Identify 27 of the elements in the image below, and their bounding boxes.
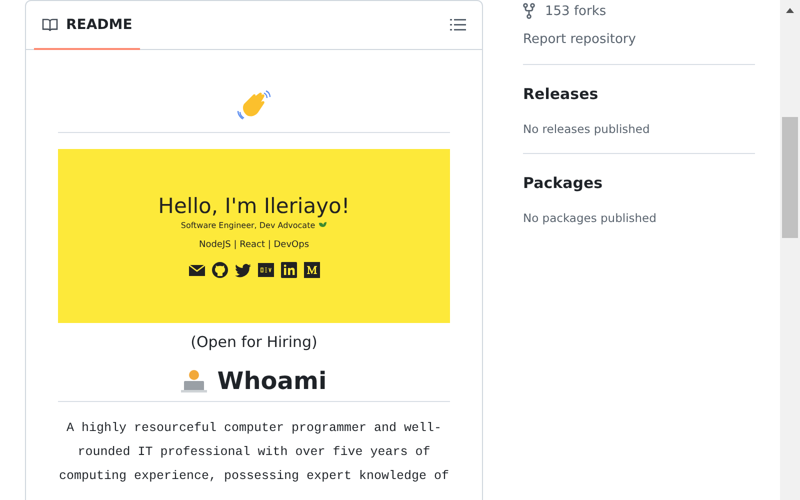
bio-paragraph: A highly resourceful computer programmer and well-rounded IT professional with over five years of computing experience, possessing expert knowledge of xyxy=(58,420,450,485)
list-icon[interactable] xyxy=(450,18,466,32)
forks-count[interactable]: 153 forks xyxy=(545,4,606,18)
linkedin-icon[interactable] xyxy=(280,262,296,278)
banner-title: Hello, I'm Ileriayo! xyxy=(158,194,350,218)
section-note: No packages published xyxy=(523,211,658,225)
report-link[interactable]: Report repository xyxy=(523,32,755,47)
medium-icon[interactable] xyxy=(304,262,320,278)
cat-icon[interactable] xyxy=(212,262,228,278)
scroll-thumb[interactable] xyxy=(782,117,798,238)
laptop-icon xyxy=(181,369,208,393)
dev-icon[interactable] xyxy=(258,262,274,278)
scrollbar[interactable] xyxy=(780,0,800,500)
book-icon xyxy=(42,16,58,32)
section-title[interactable]: Packages xyxy=(523,174,755,192)
section-title[interactable]: Releases xyxy=(523,85,755,103)
readme-tab[interactable]: README xyxy=(34,1,140,50)
section-heading: Whoami xyxy=(217,367,327,395)
bird-icon[interactable] xyxy=(234,262,250,278)
fork-icon xyxy=(523,3,535,19)
seedling-icon xyxy=(318,221,328,230)
scroll-up-icon[interactable] xyxy=(786,8,794,13)
hiring-text: (Open for Hiring) xyxy=(190,333,318,351)
section-note: No releases published xyxy=(523,122,651,136)
banner-skills: NodeJS | React | DevOps xyxy=(198,240,310,250)
mail-icon[interactable] xyxy=(188,262,204,278)
banner-subtitle: Software Engineer, Dev Advocate xyxy=(180,221,316,230)
